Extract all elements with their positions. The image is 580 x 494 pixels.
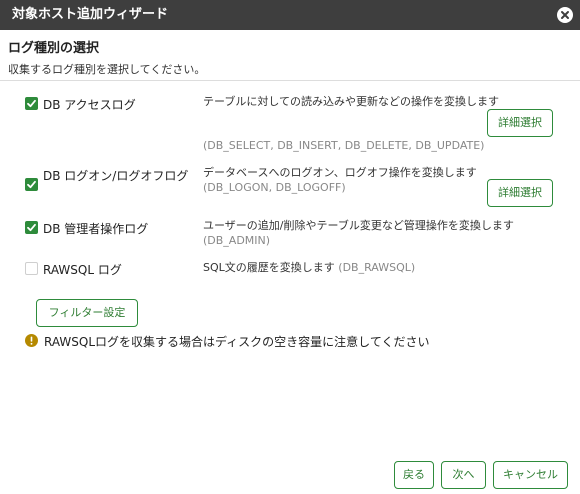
cancel-button[interactable]: キャンセル bbox=[493, 461, 568, 489]
db-admin-description: ユーザーの追加/削除やテーブル変更など管理操作を変換します bbox=[203, 219, 514, 232]
db-access-codes: (DB_SELECT, DB_INSERT, DB_DELETE, DB_UPD… bbox=[203, 139, 485, 152]
db-access-checkbox[interactable] bbox=[25, 97, 38, 110]
rawsql-description-text: SQL文の履歴を変換します bbox=[203, 261, 335, 274]
db-access-description: テーブルに対しての読み込みや更新などの操作を変換します bbox=[203, 95, 500, 108]
db-access-label: DB アクセスログ bbox=[43, 98, 136, 112]
db-admin-checkbox[interactable] bbox=[25, 221, 38, 234]
next-button[interactable]: 次へ bbox=[441, 461, 486, 489]
rawsql-label: RAWSQL ログ bbox=[43, 263, 122, 277]
warning-icon bbox=[25, 334, 38, 347]
warning-text: RAWSQLログを収集する場合はディスクの空き容量に注意してください bbox=[44, 335, 430, 349]
section-divider bbox=[0, 80, 580, 81]
close-icon bbox=[561, 11, 569, 19]
db-logon-detail-button[interactable]: 詳細選択 bbox=[487, 179, 553, 207]
dialog-title: 対象ホスト追加ウィザード bbox=[12, 7, 169, 22]
wizard-dialog: 対象ホスト追加ウィザード ログ種別の選択 収集するログ種別を選択してください。 … bbox=[0, 0, 580, 494]
close-button[interactable] bbox=[557, 7, 573, 23]
check-icon bbox=[27, 223, 36, 232]
db-logon-checkbox[interactable] bbox=[25, 178, 38, 191]
rawsql-description: SQL文の履歴を変換します (DB_RAWSQL) bbox=[203, 259, 415, 275]
back-button[interactable]: 戻る bbox=[394, 461, 434, 489]
rawsql-checkbox[interactable] bbox=[25, 262, 38, 275]
db-admin-codes: (DB_ADMIN) bbox=[203, 234, 271, 247]
filter-settings-button[interactable]: フィルター設定 bbox=[36, 299, 138, 327]
rawsql-codes: (DB_RAWSQL) bbox=[338, 261, 416, 274]
db-access-detail-button[interactable]: 詳細選択 bbox=[487, 109, 553, 137]
section-title: ログ種別の選択 bbox=[8, 41, 100, 56]
check-icon bbox=[27, 99, 36, 108]
db-logon-description: データベースへのログオン、ログオフ操作を変換します bbox=[203, 166, 477, 179]
db-admin-label: DB 管理者操作ログ bbox=[43, 222, 149, 236]
check-icon bbox=[27, 180, 36, 189]
dialog-titlebar: 対象ホスト追加ウィザード bbox=[0, 0, 580, 30]
db-logon-codes: (DB_LOGON, DB_LOGOFF) bbox=[203, 181, 346, 194]
section-description: 収集するログ種別を選択してください。 bbox=[8, 63, 206, 76]
db-logon-label: DB ログオン/ログオフログ bbox=[43, 169, 189, 183]
